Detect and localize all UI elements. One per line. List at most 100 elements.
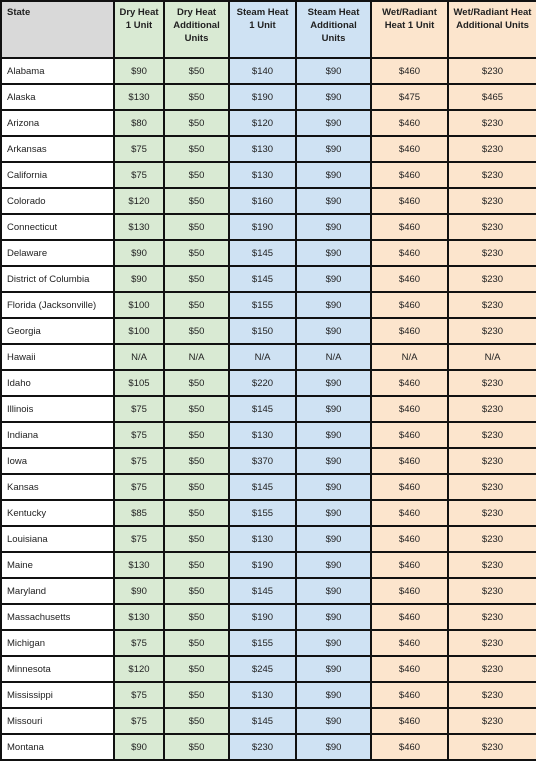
cell-state-name: Michigan — [0, 629, 115, 657]
cell-wet-radiant-1-unit: $460 — [370, 447, 449, 475]
table-row: Delaware $90 $50 $145 $90 $460 $230 — [0, 239, 536, 267]
cell-steam-heat-additional: $90 — [295, 213, 372, 241]
cell-dry-heat-1-unit: $90 — [113, 733, 165, 761]
cell-dry-heat-1-unit: $90 — [113, 239, 165, 267]
table-row: Michigan $75 $50 $155 $90 $460 $230 — [0, 629, 536, 657]
cell-steam-heat-additional: $90 — [295, 499, 372, 527]
cell-steam-heat-1-unit: $220 — [228, 369, 297, 397]
cell-steam-heat-additional: $90 — [295, 525, 372, 553]
cell-state-name: Alaska — [0, 83, 115, 111]
table-row: Colorado $120 $50 $160 $90 $460 $230 — [0, 187, 536, 215]
cell-steam-heat-1-unit: $155 — [228, 629, 297, 657]
cell-steam-heat-1-unit: $145 — [228, 473, 297, 501]
cell-state-name: Alabama — [0, 57, 115, 85]
cell-wet-radiant-additional: $230 — [447, 551, 536, 579]
header-wet-radiant-additional: Wet/Radiant Heat Additional Units — [447, 0, 536, 59]
table-row: Alaska $130 $50 $190 $90 $475 $465 — [0, 83, 536, 111]
cell-state-name: Minnesota — [0, 655, 115, 683]
cell-dry-heat-additional: $50 — [163, 109, 230, 137]
cell-wet-radiant-1-unit: $460 — [370, 707, 449, 735]
cell-wet-radiant-1-unit: $460 — [370, 395, 449, 423]
table-row: Arizona $80 $50 $120 $90 $460 $230 — [0, 109, 536, 137]
cell-steam-heat-1-unit: $145 — [228, 265, 297, 293]
header-wet-radiant-1-unit: Wet/Radiant Heat 1 Unit — [370, 0, 449, 59]
cell-steam-heat-1-unit: $145 — [228, 707, 297, 735]
cell-wet-radiant-1-unit: $460 — [370, 135, 449, 163]
cell-steam-heat-additional: $90 — [295, 317, 372, 345]
cell-dry-heat-additional: $50 — [163, 447, 230, 475]
cell-wet-radiant-additional: $230 — [447, 629, 536, 657]
cell-dry-heat-1-unit: $75 — [113, 629, 165, 657]
cell-state-name: Montana — [0, 733, 115, 761]
cell-steam-heat-additional: $90 — [295, 83, 372, 111]
cell-wet-radiant-additional: $230 — [447, 265, 536, 293]
cell-wet-radiant-1-unit: $460 — [370, 577, 449, 605]
cell-steam-heat-1-unit: $190 — [228, 213, 297, 241]
cell-wet-radiant-additional: $230 — [447, 525, 536, 553]
cell-dry-heat-1-unit: $75 — [113, 525, 165, 553]
cell-dry-heat-1-unit: $130 — [113, 551, 165, 579]
header-steam-heat-1-unit: Steam Heat 1 Unit — [228, 0, 297, 59]
cell-dry-heat-additional: $50 — [163, 629, 230, 657]
cell-wet-radiant-1-unit: $460 — [370, 161, 449, 189]
cell-steam-heat-1-unit: $130 — [228, 681, 297, 709]
cell-steam-heat-additional: $90 — [295, 109, 372, 137]
cell-wet-radiant-1-unit: $460 — [370, 733, 449, 761]
cell-wet-radiant-additional: $230 — [447, 681, 536, 709]
cell-dry-heat-additional: $50 — [163, 187, 230, 215]
cell-dry-heat-1-unit: $75 — [113, 161, 165, 189]
cell-state-name: Florida (Jacksonville) — [0, 291, 115, 319]
cell-wet-radiant-1-unit: $460 — [370, 421, 449, 449]
cell-steam-heat-1-unit: $140 — [228, 57, 297, 85]
cell-steam-heat-additional: $90 — [295, 473, 372, 501]
cell-steam-heat-additional: $90 — [295, 395, 372, 423]
cell-dry-heat-additional: $50 — [163, 733, 230, 761]
cell-wet-radiant-1-unit: $460 — [370, 551, 449, 579]
cell-dry-heat-additional: $50 — [163, 317, 230, 345]
cell-state-name: Missouri — [0, 707, 115, 735]
cell-dry-heat-1-unit: $120 — [113, 187, 165, 215]
cell-steam-heat-additional: $90 — [295, 291, 372, 319]
cell-wet-radiant-additional: $230 — [447, 135, 536, 163]
cell-wet-radiant-1-unit: $460 — [370, 655, 449, 683]
table-row: Georgia $100 $50 $150 $90 $460 $230 — [0, 317, 536, 345]
cell-dry-heat-additional: $50 — [163, 395, 230, 423]
cell-steam-heat-1-unit: $190 — [228, 551, 297, 579]
table-row: Massachusetts $130 $50 $190 $90 $460 $230 — [0, 603, 536, 631]
cell-dry-heat-additional: $50 — [163, 525, 230, 553]
table-row: Florida (Jacksonville) $100 $50 $155 $90 $460… — [0, 291, 536, 319]
cell-dry-heat-1-unit: $75 — [113, 395, 165, 423]
table-row: Maine $130 $50 $190 $90 $460 $230 — [0, 551, 536, 579]
cell-wet-radiant-additional: $230 — [447, 577, 536, 605]
cell-state-name: Colorado — [0, 187, 115, 215]
cell-steam-heat-1-unit: $130 — [228, 161, 297, 189]
table-row: Kentucky $85 $50 $155 $90 $460 $230 — [0, 499, 536, 527]
cell-steam-heat-additional: $90 — [295, 369, 372, 397]
cell-dry-heat-additional: $50 — [163, 707, 230, 735]
cell-dry-heat-1-unit: $100 — [113, 317, 165, 345]
cell-dry-heat-1-unit: $130 — [113, 603, 165, 631]
cell-dry-heat-additional: $50 — [163, 681, 230, 709]
cell-wet-radiant-additional: $230 — [447, 395, 536, 423]
cell-wet-radiant-additional: $230 — [447, 447, 536, 475]
cell-steam-heat-1-unit: $155 — [228, 291, 297, 319]
cell-steam-heat-additional: $90 — [295, 655, 372, 683]
cell-state-name: Maryland — [0, 577, 115, 605]
cell-dry-heat-1-unit: $75 — [113, 447, 165, 475]
cell-dry-heat-1-unit: $80 — [113, 109, 165, 137]
cell-wet-radiant-additional: $230 — [447, 655, 536, 683]
cell-wet-radiant-1-unit: $460 — [370, 239, 449, 267]
cell-state-name: Maine — [0, 551, 115, 579]
cell-state-name: Delaware — [0, 239, 115, 267]
cell-steam-heat-additional: $90 — [295, 551, 372, 579]
cell-steam-heat-1-unit: $370 — [228, 447, 297, 475]
cell-steam-heat-1-unit: $130 — [228, 421, 297, 449]
cell-state-name: Kansas — [0, 473, 115, 501]
cell-state-name: Idaho — [0, 369, 115, 397]
cell-steam-heat-1-unit: $190 — [228, 603, 297, 631]
cell-wet-radiant-additional: $230 — [447, 733, 536, 761]
table-row: Louisiana $75 $50 $130 $90 $460 $230 — [0, 525, 536, 553]
cell-dry-heat-1-unit: $100 — [113, 291, 165, 319]
cell-wet-radiant-1-unit: $460 — [370, 187, 449, 215]
cell-state-name: Massachusetts — [0, 603, 115, 631]
